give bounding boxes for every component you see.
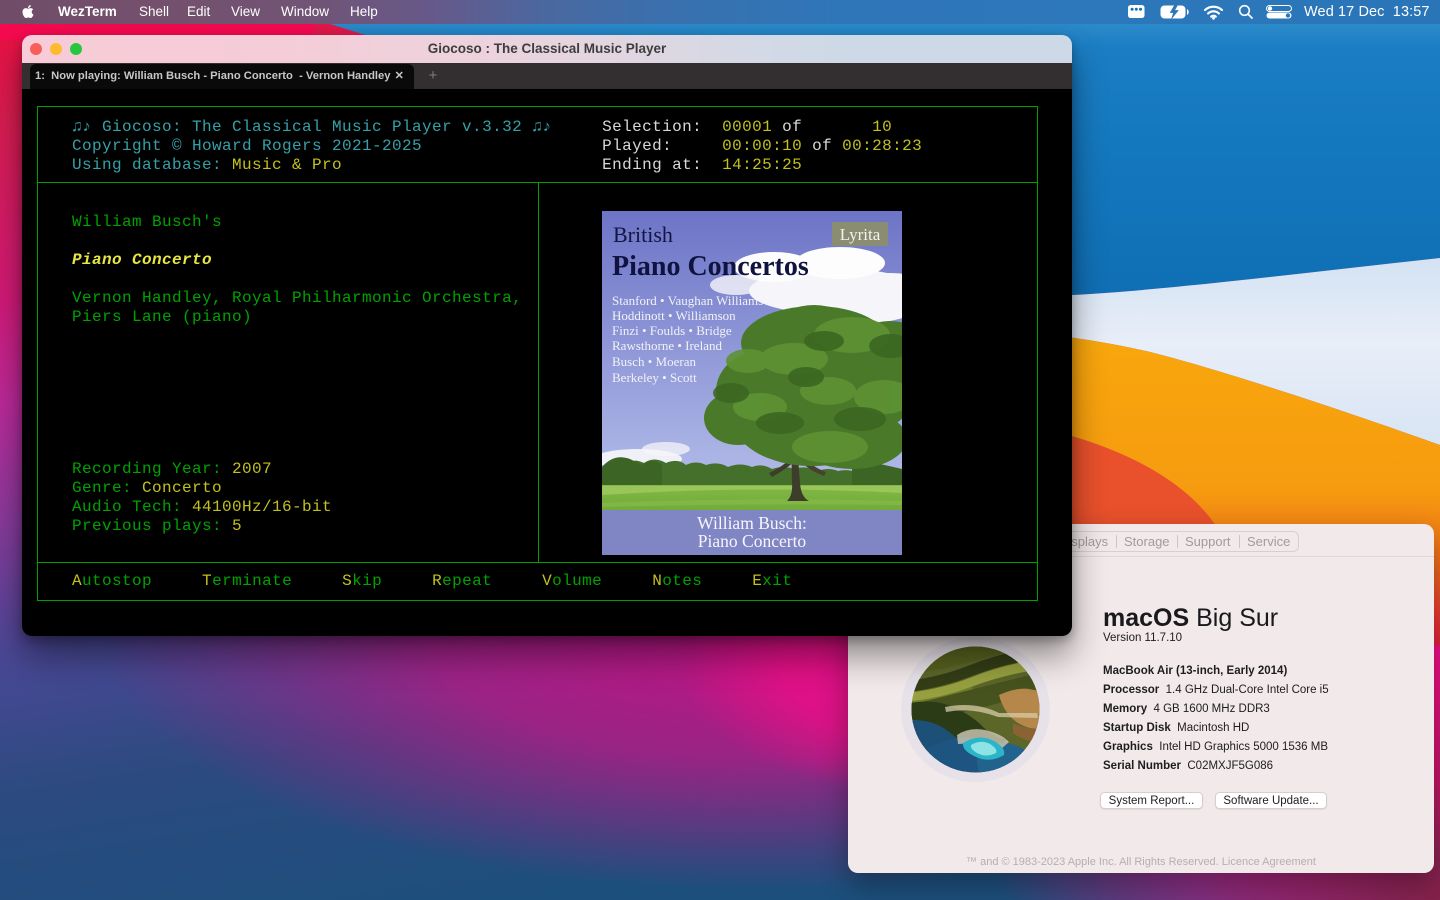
svg-text:Berkeley • Scott: Berkeley • Scott (612, 370, 697, 385)
svg-text:Lyrita: Lyrita (840, 225, 881, 244)
svg-text:Piano Concertos: Piano Concertos (612, 251, 809, 282)
svg-text:Piano Concerto: Piano Concerto (698, 531, 807, 551)
svg-text:Busch • Moeran: Busch • Moeran (612, 354, 696, 369)
svg-text:Stanford • Vaughan Williams: Stanford • Vaughan Williams (612, 293, 763, 308)
svg-text:Finzi • Foulds • Bridge: Finzi • Foulds • Bridge (612, 323, 732, 338)
svg-text:William Busch:: William Busch: (697, 513, 807, 533)
svg-text:Hoddinott • Williamson: Hoddinott • Williamson (612, 308, 736, 323)
svg-text:Rawsthorne • Ireland: Rawsthorne • Ireland (612, 338, 722, 353)
svg-text:British: British (613, 222, 673, 247)
